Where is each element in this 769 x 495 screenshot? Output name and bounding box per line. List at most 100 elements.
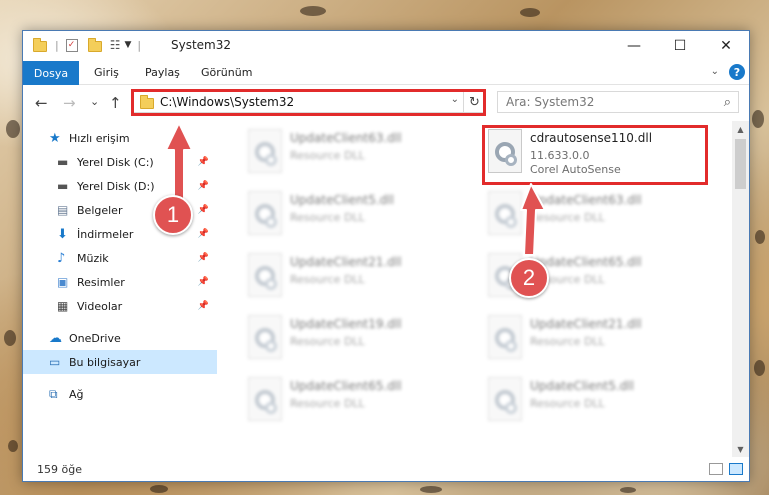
search-input[interactable] xyxy=(506,95,706,109)
file-type: Resource DLL xyxy=(290,335,365,348)
file-name: UpdateClient21.dll xyxy=(290,255,402,269)
sidebar-item-label: Bu bilgisayar xyxy=(69,355,141,369)
sidebar-item[interactable]: ★ Hızlı erişim xyxy=(23,126,217,150)
dll-file-icon xyxy=(248,191,282,235)
sidebar-item-label: Belgeler xyxy=(77,203,123,217)
minimize-button[interactable]: — xyxy=(611,31,657,61)
file-name: UpdateClient65.dll xyxy=(290,379,402,393)
file-item[interactable]: UpdateClient63.dll Resource DLL xyxy=(240,125,460,179)
folder-icon xyxy=(33,38,47,52)
sidebar-item[interactable]: ▭ Bu bilgisayar xyxy=(23,350,217,374)
sidebar-item[interactable]: ♪ Müzik 📌 xyxy=(23,246,217,270)
download-icon: ⬇ xyxy=(57,227,68,242)
file-name: UpdateClient5.dll xyxy=(290,193,394,207)
file-item[interactable]: UpdateClient5.dll Resource DLL xyxy=(480,373,700,427)
sidebar-item[interactable]: ☁ OneDrive xyxy=(23,326,217,350)
pin-icon[interactable]: 📌 xyxy=(198,301,209,311)
tab-file[interactable]: Dosya xyxy=(23,61,79,85)
sidebar-item-label: Resimler xyxy=(77,275,125,289)
status-bar: 159 öğe xyxy=(23,459,749,481)
file-type: Resource DLL xyxy=(530,397,605,410)
dll-file-icon xyxy=(248,377,282,421)
scroll-down-icon[interactable]: ▼ xyxy=(732,441,749,457)
file-name: UpdateClient19.dll xyxy=(290,317,402,331)
file-type: Resource DLL xyxy=(290,273,365,286)
pictures-icon: ▣ xyxy=(57,275,69,289)
file-type: Resource DLL xyxy=(530,211,605,224)
pin-icon[interactable]: 📌 xyxy=(198,205,209,215)
file-name: UpdateClient63.dll xyxy=(290,131,402,145)
details-view-icon[interactable] xyxy=(709,463,723,475)
dll-file-icon xyxy=(488,191,522,235)
sidebar-item[interactable]: ▬ Yerel Disk (D:) 📌 xyxy=(23,174,217,198)
back-button[interactable]: ← xyxy=(35,94,48,112)
large-icons-view-icon[interactable] xyxy=(729,463,743,475)
pin-icon[interactable]: 📌 xyxy=(198,277,209,287)
chevron-down-icon[interactable]: ▼ xyxy=(124,40,131,50)
drive-icon: ▬ xyxy=(57,155,69,169)
annotation-marker-2: 2 xyxy=(509,258,549,298)
file-highlight-box xyxy=(482,125,708,185)
sidebar-item-label: Müzik xyxy=(77,251,109,265)
quick-access-toolbar: | ✓ ☷ ▼ | xyxy=(33,38,141,52)
sidebar-item[interactable]: ▬ Yerel Disk (C:) 📌 xyxy=(23,150,217,174)
sidebar-item-label: Yerel Disk (C:) xyxy=(77,155,154,169)
drive-icon: ▬ xyxy=(57,179,69,193)
pin-icon[interactable]: 📌 xyxy=(198,229,209,239)
music-icon: ♪ xyxy=(57,251,66,266)
sidebar-item[interactable]: ▣ Resimler 📌 xyxy=(23,270,217,294)
pin-icon[interactable]: 📌 xyxy=(198,157,209,167)
file-item[interactable]: UpdateClient19.dll Resource DLL xyxy=(240,311,460,365)
scroll-up-icon[interactable]: ▲ xyxy=(732,121,749,137)
star-icon: ★ xyxy=(49,131,61,146)
file-name: UpdateClient21.dll xyxy=(530,317,642,331)
dll-file-icon xyxy=(248,315,282,359)
file-item[interactable]: UpdateClient21.dll Resource DLL xyxy=(480,311,700,365)
close-button[interactable]: ✕ xyxy=(703,31,749,61)
customize-icon[interactable]: ☷ xyxy=(110,38,121,52)
maximize-button[interactable]: ☐ xyxy=(657,31,703,61)
dll-file-icon xyxy=(248,129,282,173)
sidebar-item-label: İndirmeler xyxy=(77,227,134,241)
file-type: Resource DLL xyxy=(290,397,365,410)
tab-share[interactable]: Paylaş xyxy=(145,66,180,79)
new-folder-icon[interactable] xyxy=(87,38,102,52)
help-icon[interactable]: ? xyxy=(729,64,745,80)
recent-locations-button[interactable]: ⌄ xyxy=(90,95,99,108)
video-icon: ▦ xyxy=(57,299,69,313)
file-type: Resource DLL xyxy=(530,335,605,348)
file-item[interactable]: UpdateClient5.dll Resource DLL xyxy=(240,187,460,241)
separator: | xyxy=(55,38,59,52)
pin-icon[interactable]: 📌 xyxy=(198,253,209,263)
search-box[interactable]: ⌕ xyxy=(497,91,739,113)
file-item[interactable]: UpdateClient65.dll Resource DLL xyxy=(240,373,460,427)
tab-view[interactable]: Görünüm xyxy=(201,66,252,79)
file-item[interactable]: UpdateClient63.dll Resource DLL xyxy=(480,187,700,241)
sidebar-item[interactable]: ⧉ Ağ xyxy=(23,382,217,406)
file-type: Resource DLL xyxy=(290,211,365,224)
file-name: UpdateClient65.dll xyxy=(530,255,642,269)
window-title: System32 xyxy=(171,38,232,52)
sidebar-item[interactable]: ▦ Videolar 📌 xyxy=(23,294,217,318)
search-icon[interactable]: ⌕ xyxy=(724,95,731,110)
pin-icon[interactable]: 📌 xyxy=(198,181,209,191)
tab-home[interactable]: Giriş xyxy=(94,66,119,79)
cloud-icon: ☁ xyxy=(49,331,62,346)
dll-file-icon xyxy=(488,377,522,421)
file-name: UpdateClient5.dll xyxy=(530,379,634,393)
documents-icon: ▤ xyxy=(57,203,69,217)
address-highlight-box xyxy=(131,89,486,116)
sidebar-item-label: Ağ xyxy=(69,387,84,401)
navigation-pane: ★ Hızlı erişim ▬ Yerel Disk (C:) 📌 ▬ Yerel Dis… xyxy=(23,121,217,457)
up-button[interactable]: ↑ xyxy=(109,94,122,112)
sidebar-item-label: Yerel Disk (D:) xyxy=(77,179,155,193)
vertical-scrollbar[interactable]: ▲ ▼ xyxy=(732,121,749,457)
ribbon: Dosya Giriş Paylaş Görünüm ⌄ ? xyxy=(23,61,749,85)
sidebar-item-label: Hızlı erişim xyxy=(69,131,130,145)
properties-icon[interactable]: ✓ xyxy=(65,38,78,52)
file-item[interactable]: UpdateClient21.dll Resource DLL xyxy=(240,249,460,303)
computer-icon: ▭ xyxy=(49,355,61,369)
expand-ribbon-icon[interactable]: ⌄ xyxy=(711,66,719,77)
forward-button[interactable]: → xyxy=(63,94,76,112)
scrollbar-thumb[interactable] xyxy=(735,139,746,189)
